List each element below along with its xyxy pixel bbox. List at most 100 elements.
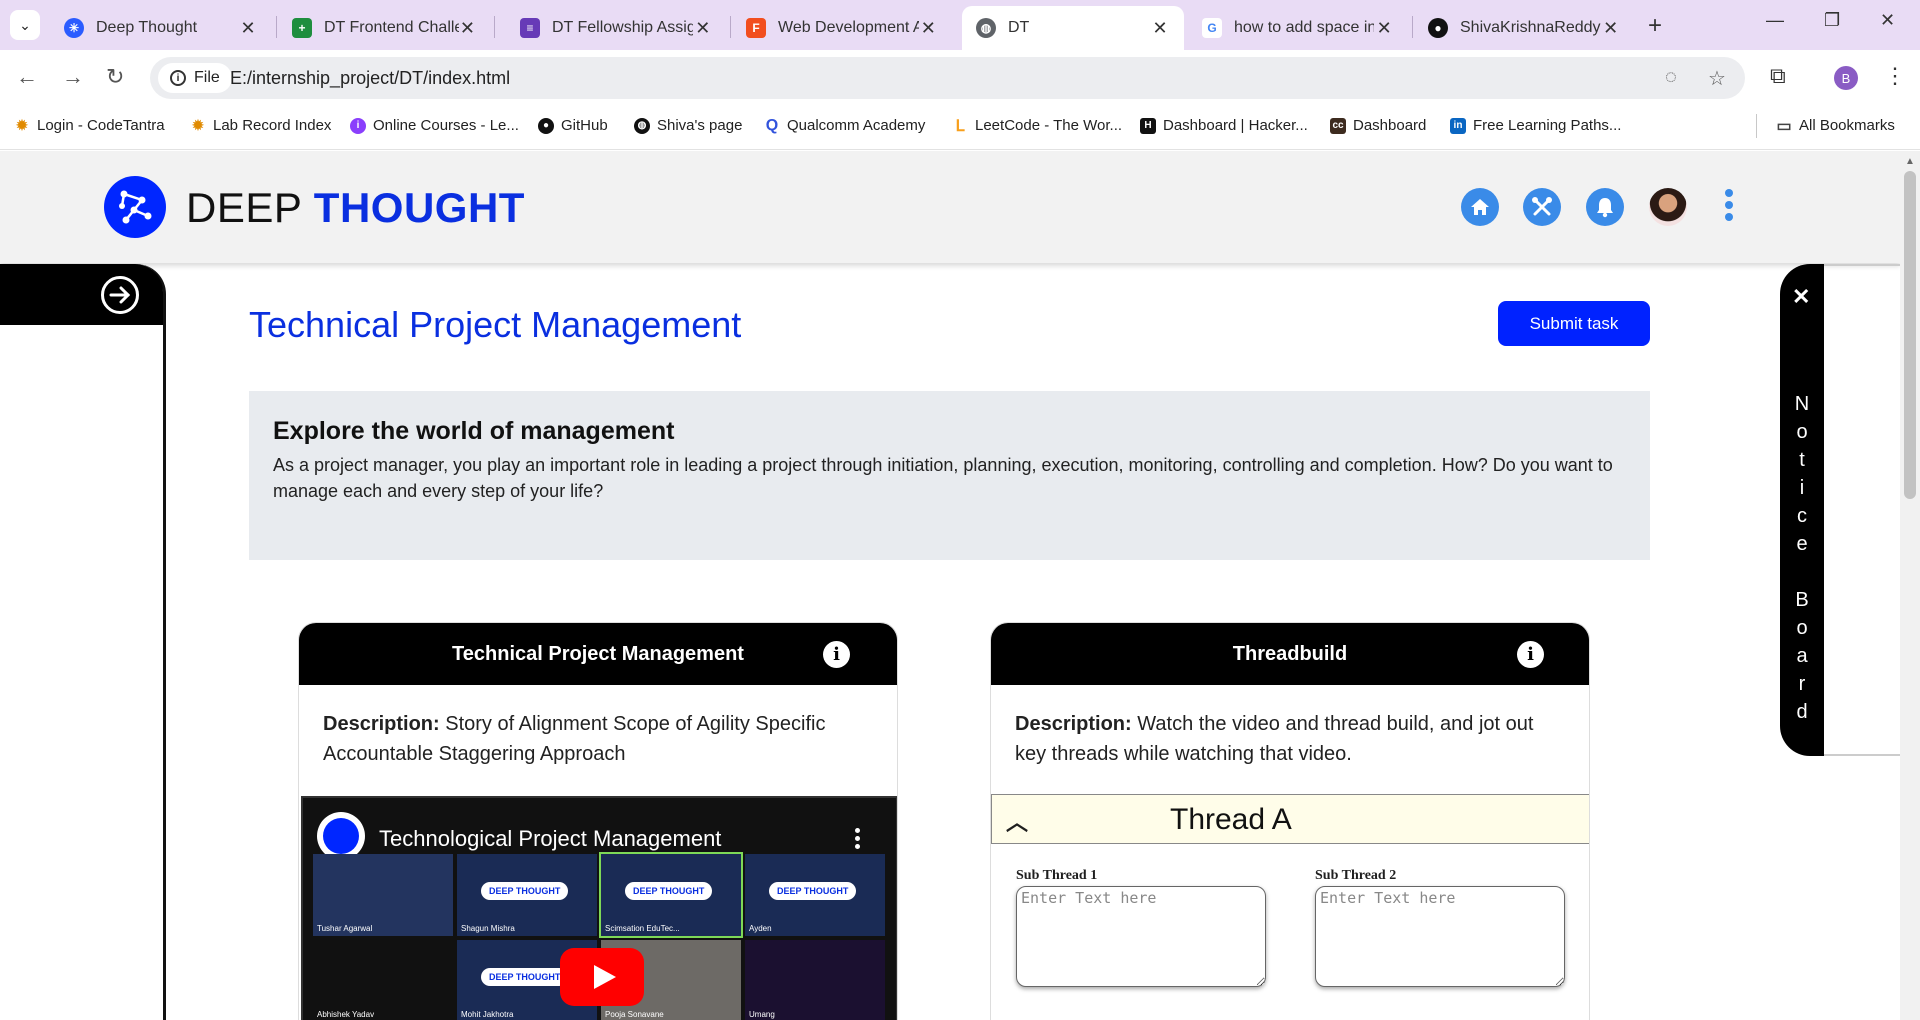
tab-title: ShivaKrishnaReddyB — [1460, 19, 1602, 36]
tab-title: DT — [1008, 19, 1030, 36]
sidebar-toggle-bar[interactable] — [0, 264, 163, 325]
left-sidebar-drawer — [0, 264, 166, 1020]
forms-favicon-icon: ≡ — [520, 18, 540, 38]
close-window-icon[interactable]: ✕ — [1880, 10, 1895, 31]
tab-dt-frontend[interactable]: + DT Frontend Challeng ✕ — [278, 6, 490, 50]
info-icon[interactable]: i — [1517, 641, 1544, 668]
url-text[interactable]: E:/internship_project/DT/index.html — [230, 68, 510, 89]
hackerrank-icon: H — [1140, 117, 1156, 134]
intro-text: As a project manager, you play an import… — [273, 455, 1613, 501]
participant-tile: Abhishek Yadav — [313, 940, 453, 1020]
bell-icon[interactable] — [1586, 188, 1624, 226]
close-tab-icon[interactable]: ✕ — [459, 18, 476, 39]
bookmark-github[interactable]: ● GitHub — [538, 117, 608, 134]
bookmark-online-courses[interactable]: i Online Courses - Le... — [350, 117, 519, 134]
deep-thought-favicon-icon: ✳ — [64, 18, 84, 38]
bookmark-qualcomm[interactable]: Q Qualcomm Academy — [764, 117, 926, 135]
brand-part-2: THOUGHT — [313, 184, 525, 231]
close-tab-icon[interactable]: ✕ — [1601, 18, 1620, 39]
sub-thread-1-input[interactable] — [1016, 886, 1266, 987]
thread-a-header[interactable]: ︿ Thread A — [991, 794, 1589, 844]
bookmark-label: Dashboard | Hacker... — [1163, 117, 1308, 134]
video-more-icon[interactable] — [855, 828, 860, 852]
bookmark-label: Qualcomm Academy — [787, 117, 926, 134]
deep-thought-logo-icon[interactable] — [104, 176, 166, 238]
tab-dt-fellowship[interactable]: ≡ DT Fellowship Assign ✕ — [506, 6, 726, 50]
tab-dt-active[interactable]: ◍ DT ✕ — [962, 6, 1184, 50]
tab-search-button[interactable]: ⌄ — [10, 10, 40, 40]
tools-icon[interactable] — [1523, 188, 1561, 226]
info-icon[interactable]: i — [823, 641, 850, 668]
description-label: Description: — [1015, 713, 1132, 735]
courses-icon: i — [350, 117, 366, 134]
bookmark-codetantra[interactable]: ✹ Login - CodeTantra — [14, 117, 165, 134]
card-description: Description: Story of Alignment Scope of… — [299, 685, 897, 793]
arrow-right-circle-icon[interactable] — [101, 276, 139, 314]
tab-deep-thought[interactable]: ✳ Deep Thought ✕ — [50, 6, 272, 50]
close-tab-icon[interactable]: ✕ — [693, 18, 712, 39]
bookmark-shivas-page[interactable]: ◍ Shiva's page — [634, 117, 742, 134]
user-avatar[interactable] — [1649, 188, 1687, 226]
technical-project-management-card: Technical Project Management i Descripti… — [298, 622, 898, 1020]
card-description: Description: Watch the video and thread … — [991, 685, 1589, 793]
forward-icon[interactable]: → — [62, 64, 84, 90]
tab-github[interactable]: ● ShivaKrishnaReddyB ✕ — [1414, 6, 1634, 50]
back-icon[interactable]: ← — [16, 64, 38, 90]
page-scrollbar[interactable]: ▲ — [1900, 151, 1920, 1020]
brand-part-1: DEEP — [186, 184, 302, 231]
bookmark-leetcode[interactable]: ᒪ LeetCode - The Wor... — [952, 117, 1123, 135]
bookmark-free-learning[interactable]: in Free Learning Paths... — [1450, 117, 1621, 134]
chevron-up-icon[interactable]: ︿ — [1006, 805, 1028, 837]
sub-thread-2-input[interactable] — [1315, 886, 1565, 987]
more-menu-icon[interactable] — [1722, 189, 1736, 225]
notice-board-tab[interactable]: ✕ N o t i c e B o a r d — [1780, 264, 1824, 756]
star-icon[interactable]: ☆ — [1708, 66, 1726, 91]
youtube-play-icon[interactable] — [560, 948, 644, 1006]
browser-tab-strip: ⌄ ✳ Deep Thought ✕ + DT Frontend Challen… — [0, 0, 1920, 50]
close-tab-icon[interactable]: ✕ — [919, 18, 938, 39]
youtube-video-embed[interactable]: Technological Project Management Tushar … — [301, 796, 897, 1020]
submit-task-button[interactable]: Submit task — [1498, 301, 1650, 346]
video-title[interactable]: Technological Project Management — [379, 826, 721, 852]
restore-icon[interactable]: ❐ — [1824, 10, 1840, 31]
scroll-up-icon[interactable]: ▲ — [1905, 156, 1915, 167]
participant-tile: DEEP THOUGHT Scimsation EduTec... — [599, 852, 743, 938]
scrollbar-thumb[interactable] — [1904, 171, 1916, 499]
close-tab-icon[interactable]: ✕ — [238, 18, 258, 39]
bookmarks-bar: ✹ Login - CodeTantra ✹ Lab Record Index iO… — [0, 108, 1920, 150]
bookmark-dashboard[interactable]: cc Dashboard — [1330, 117, 1426, 134]
bookmark-label: LeetCode - The Wor... — [975, 117, 1123, 134]
thread-title: Thread A — [1170, 803, 1292, 836]
bookmark-label: Shiva's page — [657, 117, 743, 134]
menu-kebab-icon[interactable]: ⋮ — [1884, 63, 1906, 89]
bookmark-label: Login - CodeTantra — [37, 117, 165, 134]
close-icon[interactable]: ✕ — [1792, 284, 1810, 310]
site-header: DEEP THOUGHT — [0, 151, 1900, 263]
bookmark-label: Lab Record Index — [213, 117, 332, 134]
all-bookmarks[interactable]: ▭ All Bookmarks — [1776, 117, 1894, 135]
minimize-icon[interactable]: — — [1766, 10, 1784, 31]
new-tab-icon[interactable]: + — [1648, 12, 1662, 40]
google-favicon-icon: G — [1202, 18, 1222, 38]
threadbuild-card: Threadbuild i Description: Watch the vid… — [990, 622, 1590, 1020]
close-tab-icon[interactable]: ✕ — [1374, 18, 1394, 39]
bookmark-hackerrank[interactable]: H Dashboard | Hacker... — [1140, 117, 1308, 134]
intro-panel: Explore the world of management As a pro… — [249, 391, 1650, 560]
bookmark-lab-record[interactable]: ✹ Lab Record Index — [190, 117, 331, 134]
profile-avatar[interactable]: B — [1834, 66, 1858, 90]
channel-logo-icon[interactable] — [317, 812, 365, 860]
eye-off-icon[interactable]: ◌ — [1665, 66, 1677, 89]
card-title: Threadbuild — [1232, 642, 1348, 665]
tab-web-development[interactable]: F Web Development A ✕ — [732, 6, 952, 50]
home-icon[interactable] — [1461, 188, 1499, 226]
page-title: Technical Project Management — [249, 304, 742, 345]
reload-icon[interactable]: ↻ — [106, 64, 124, 90]
globe-icon: ◍ — [634, 117, 650, 134]
tab-google-search[interactable]: G how to add space in ✕ — [1188, 6, 1408, 50]
address-bar[interactable]: i File E:/internship_project/DT/index.ht… — [150, 57, 1745, 99]
sun-icon: ✹ — [192, 117, 204, 133]
site-info-chip[interactable]: i File — [158, 63, 232, 93]
extensions-icon[interactable]: ⧉ — [1770, 63, 1786, 89]
close-tab-icon[interactable]: ✕ — [1150, 18, 1170, 39]
folder-icon: ▭ — [1776, 117, 1792, 135]
